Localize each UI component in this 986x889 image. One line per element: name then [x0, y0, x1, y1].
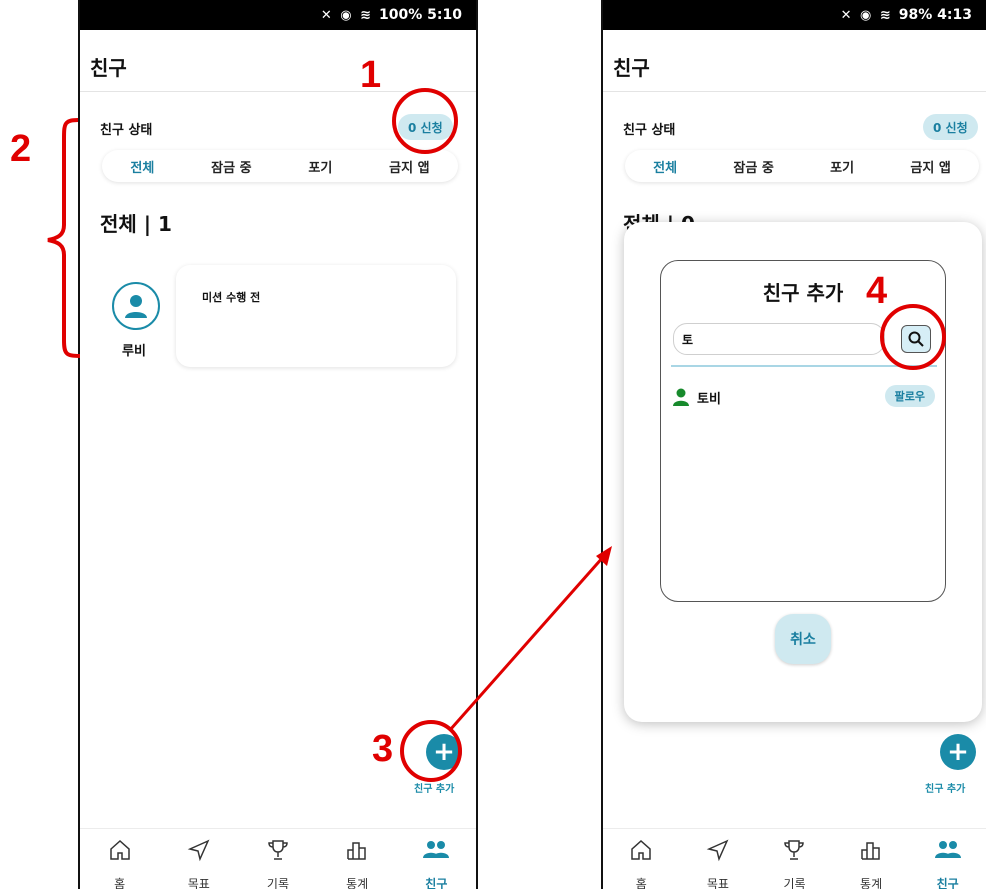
annotation-bracket	[47, 118, 81, 358]
annotation-circle-3	[400, 720, 462, 782]
annotation-number-3: 3	[372, 728, 394, 770]
annotation-circle-4	[880, 304, 946, 370]
annotation-arrow	[448, 555, 606, 731]
annotation-number-4: 4	[866, 270, 888, 312]
annotation-circle-1	[392, 88, 458, 154]
annotation-number-1: 1	[360, 54, 382, 96]
annotation-number-2: 2	[10, 128, 32, 170]
annotation-overlay	[47, 118, 612, 731]
